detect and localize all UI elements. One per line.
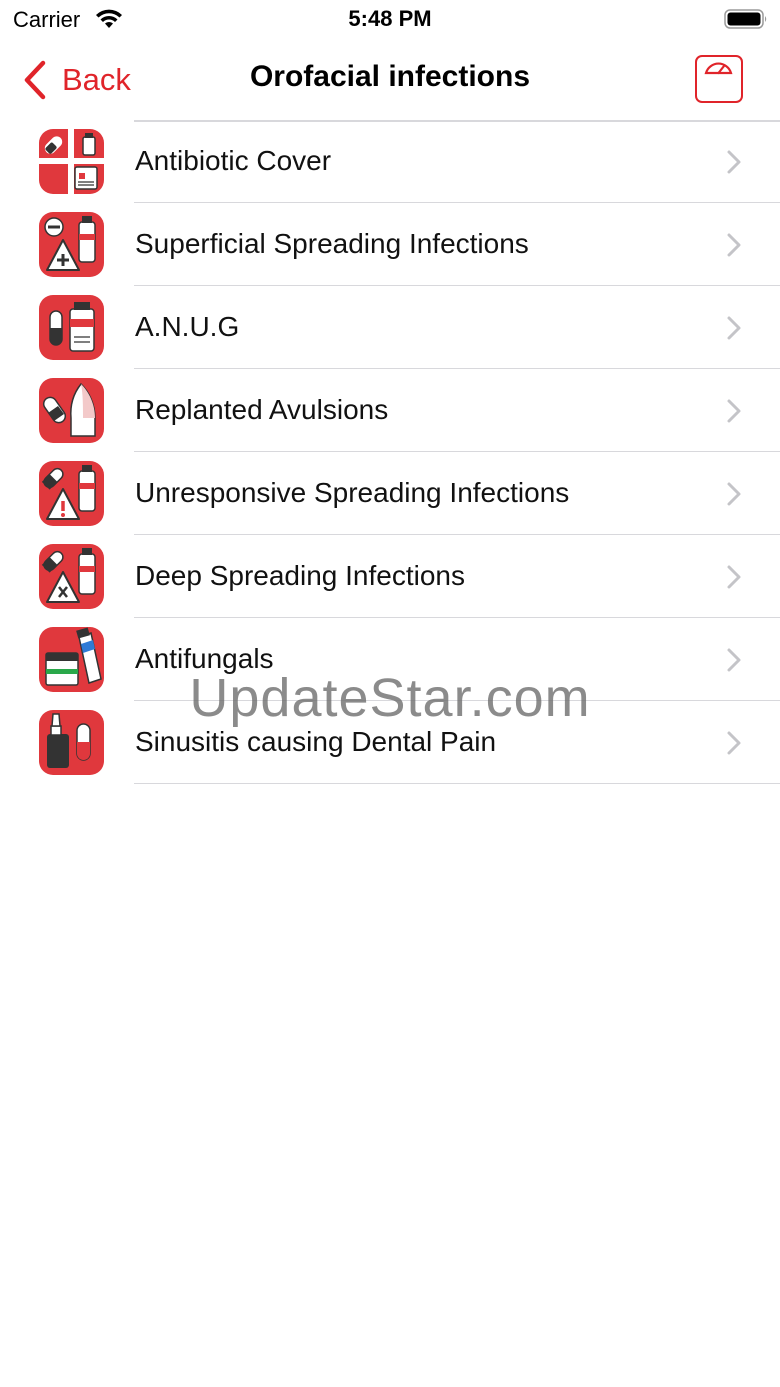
back-button[interactable]: Back (22, 57, 131, 103)
list-item-label: A.N.U.G (135, 311, 240, 342)
navigation-bar: Back Orofacial infections (0, 40, 780, 120)
list-item-anug[interactable]: A.N.U.G (0, 286, 780, 369)
pill-bottle-warning-x-icon (39, 544, 104, 609)
chevron-right-icon (727, 399, 741, 423)
list-item-deep-spreading-infections[interactable]: Deep Spreading Infections (0, 535, 780, 618)
chevron-right-icon (727, 316, 741, 340)
weight-scale-button[interactable] (695, 55, 743, 103)
list-item-replanted-avulsions[interactable]: Replanted Avulsions (0, 369, 780, 452)
chevron-right-icon (727, 482, 741, 506)
capsule-bottle-icon (39, 295, 104, 360)
list-item-label: Sinusitis causing Dental Pain (135, 726, 497, 757)
clock: 5:48 PM (348, 6, 432, 31)
scale-icon (704, 62, 733, 75)
list-item-label: Unresponsive Spreading Infections (135, 477, 570, 508)
chevron-right-icon (727, 648, 741, 672)
list-item-label: Antifungals (135, 643, 274, 674)
screen: Carrier 5:48 PM Back Orofacial infection… (0, 0, 780, 1387)
chevron-right-icon (727, 150, 741, 174)
chevron-right-icon (727, 565, 741, 589)
list-item-label: Antibiotic Cover (135, 145, 332, 176)
chevron-left-icon (24, 60, 46, 100)
topic-list: Antibiotic Cover Superficial Spreading I… (0, 120, 780, 784)
list-item-antibiotic-cover[interactable]: Antibiotic Cover (0, 120, 780, 203)
list-item-label: Deep Spreading Infections (135, 560, 465, 591)
chevron-right-icon (727, 233, 741, 257)
pill-bottle-warning-plus-icon (39, 212, 104, 277)
back-label: Back (62, 62, 131, 97)
list-item-unresponsive-spreading-infections[interactable]: Unresponsive Spreading Infections (0, 452, 780, 535)
list-item-label: Superficial Spreading Infections (135, 228, 529, 259)
battery-icon (724, 9, 767, 29)
list-item-antifungals[interactable]: Antifungals (0, 618, 780, 701)
capsule-tooth-icon (39, 378, 104, 443)
ointment-tube-jar-icon (39, 627, 104, 692)
list-item-label: Replanted Avulsions (135, 394, 389, 425)
list-item-superficial-spreading-infections[interactable]: Superficial Spreading Infections (0, 203, 780, 286)
pill-bottle-prescription-icon (39, 129, 104, 194)
status-bar: Carrier 5:48 PM (0, 0, 780, 40)
pill-bottle-warning-exclamation-icon (39, 461, 104, 526)
chevron-right-icon (727, 731, 741, 755)
list-item-sinusitis-causing-dental-pain[interactable]: Sinusitis causing Dental Pain (0, 701, 780, 784)
nasal-spray-capsule-icon (39, 710, 104, 775)
